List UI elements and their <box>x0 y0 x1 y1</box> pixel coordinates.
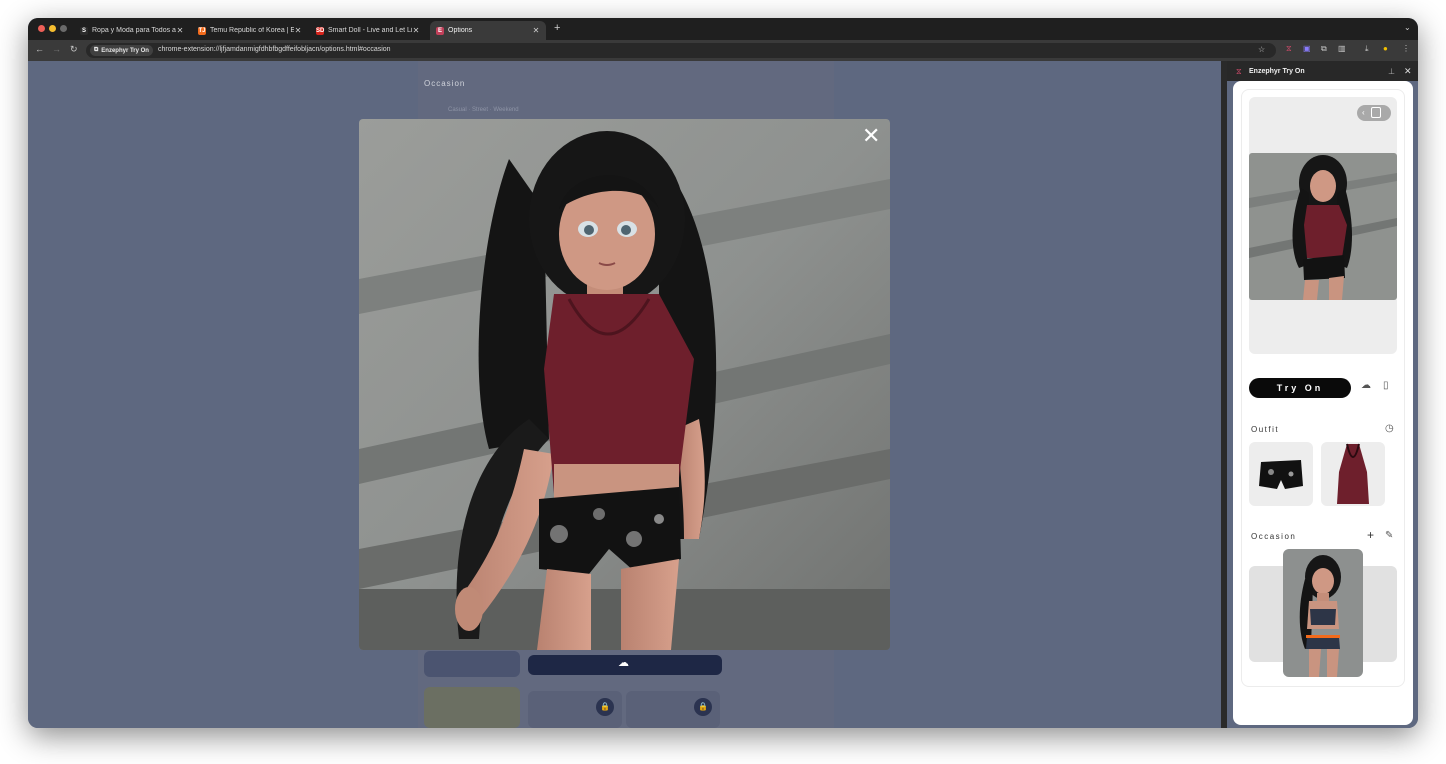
extension-chip[interactable]: ⧉ Enzephyr Try On <box>90 45 153 56</box>
url-text: chrome-extension://ljfjamdanmigfdhbfbgdf… <box>158 46 391 53</box>
pin-icon[interactable]: ⊥ <box>1388 67 1395 76</box>
tab-ropa[interactable]: S Ropa y Moda para Todos al Mejor Precio… <box>74 21 190 40</box>
tab-favicon: TJ <box>198 26 206 35</box>
enzephyr-extension-icon[interactable]: ⧖ <box>1286 44 1292 54</box>
forward-icon[interactable]: → <box>52 44 61 54</box>
lock-icon: 🔒 <box>694 698 712 716</box>
tab-strip: S Ropa y Moda para Todos al Mejor Precio… <box>28 18 1418 40</box>
outfit-item-shorts[interactable] <box>1249 442 1313 506</box>
back-icon[interactable]: ← <box>35 44 44 54</box>
minimize-window-icon[interactable] <box>49 25 56 32</box>
occasion-doll-photo <box>1283 549 1363 677</box>
tab-title: Smart Doll - Live and Let Live <box>328 27 412 34</box>
close-sidepanel-icon[interactable]: ✕ <box>1404 66 1412 77</box>
download-icon[interactable]: ⤓ <box>1365 44 1369 54</box>
try-on-result-image <box>359 119 890 650</box>
menu-kebab-icon[interactable]: ⋮ <box>1402 44 1410 53</box>
tab-title: Ropa y Moda para Todos al Mejor Precio <box>92 27 176 34</box>
page-content: Occasion Casual · Street · Weekend ☁ 🔒 🔒 <box>28 61 1418 728</box>
extensions-puzzle-icon[interactable]: ⧉ <box>1321 44 1327 54</box>
tab-favicon: E <box>436 26 444 35</box>
cloud-download-icon[interactable]: ☁ <box>1361 380 1371 391</box>
outfit-item-halter-top[interactable] <box>1321 442 1385 506</box>
puzzle-icon: ⧉ <box>94 47 99 53</box>
tab-options[interactable]: E Options ✕ <box>430 21 546 40</box>
tab-temu[interactable]: TJ Temu Republic of Korea | Explore ✕ <box>192 21 308 40</box>
close-tab-icon[interactable]: ✕ <box>294 26 302 35</box>
sidepanel-title: Enzephyr Try On <box>1249 68 1305 75</box>
history-clock-icon[interactable]: ◷ <box>1385 423 1394 434</box>
browser-window: S Ropa y Moda para Todos al Mejor Precio… <box>28 18 1418 728</box>
close-tab-icon[interactable]: ✕ <box>412 26 420 35</box>
close-window-icon[interactable] <box>38 25 45 32</box>
preview-image[interactable] <box>1249 153 1397 300</box>
edit-pencil-icon[interactable]: ✎ <box>1385 530 1393 541</box>
doll-photo <box>359 119 890 650</box>
close-tab-icon[interactable]: ✕ <box>532 26 540 35</box>
new-tab-button[interactable]: + <box>554 22 560 34</box>
outfit-thumb[interactable]: 🔒 <box>528 691 622 728</box>
add-occasion-button[interactable]: + <box>1367 528 1374 542</box>
shorts-image <box>1259 460 1303 489</box>
extension-icon[interactable]: ▣ <box>1303 44 1311 53</box>
sidepanel-divider[interactable] <box>1221 61 1227 728</box>
occasion-image[interactable] <box>1283 549 1363 677</box>
try-on-button[interactable]: Try On <box>1249 378 1351 398</box>
toolbar: ← → ↻ ⧉ Enzephyr Try On chrome-extension… <box>28 40 1418 61</box>
occasion-section-label: Occasion <box>1251 532 1297 541</box>
reload-icon[interactable]: ↻ <box>70 44 78 55</box>
side-panel-icon[interactable]: ▥ <box>1338 44 1346 53</box>
tab-title: Options <box>448 27 473 34</box>
chevron-left-icon: ‹ <box>1362 108 1365 117</box>
saved-look-icon <box>1370 107 1381 119</box>
occasion-section-title: Occasion <box>424 79 466 88</box>
upload-button[interactable]: ☁ <box>528 655 722 675</box>
outfit-thumb[interactable]: 🔒 <box>626 691 720 728</box>
profile-avatar-icon[interactable]: ● <box>1383 44 1388 53</box>
close-modal-button[interactable]: ✕ <box>862 125 880 147</box>
occasion-option[interactable]: Casual · Street · Weekend <box>448 107 519 113</box>
cloud-upload-icon: ☁ <box>618 657 629 669</box>
tab-favicon: SD <box>316 26 325 35</box>
occasion-thumb[interactable] <box>424 651 520 677</box>
occasion-thumb[interactable] <box>424 687 520 728</box>
tab-title: Temu Republic of Korea | Explore <box>210 27 294 34</box>
tab-search-icon[interactable]: ⌄ <box>1404 23 1411 32</box>
extension-chip-label: Enzephyr Try On <box>101 47 149 54</box>
tab-smart-doll[interactable]: SD Smart Doll - Live and Let Live ✕ <box>310 21 426 40</box>
close-tab-icon[interactable]: ✕ <box>176 26 184 35</box>
view-toggle[interactable]: ‹ <box>1357 105 1391 121</box>
address-bar[interactable]: ⧉ Enzephyr Try On chrome-extension://ljf… <box>86 43 1276 58</box>
maximize-window-icon[interactable] <box>60 25 67 32</box>
halter-top-image <box>1337 443 1369 504</box>
outfit-section-label: Outfit <box>1251 425 1280 434</box>
preview-doll-photo <box>1249 153 1397 300</box>
enzephyr-logo-icon: ⧖ <box>1236 67 1242 76</box>
lock-icon: 🔒 <box>596 698 614 716</box>
sidepanel-body: ‹ Try On ☁ ▯ Outfit ◷ Occasion + ✎ <box>1233 81 1413 725</box>
tab-favicon: S <box>80 26 88 35</box>
bookmark-star-icon[interactable]: ☆ <box>1258 45 1265 54</box>
save-look-icon[interactable]: ▯ <box>1383 380 1389 391</box>
